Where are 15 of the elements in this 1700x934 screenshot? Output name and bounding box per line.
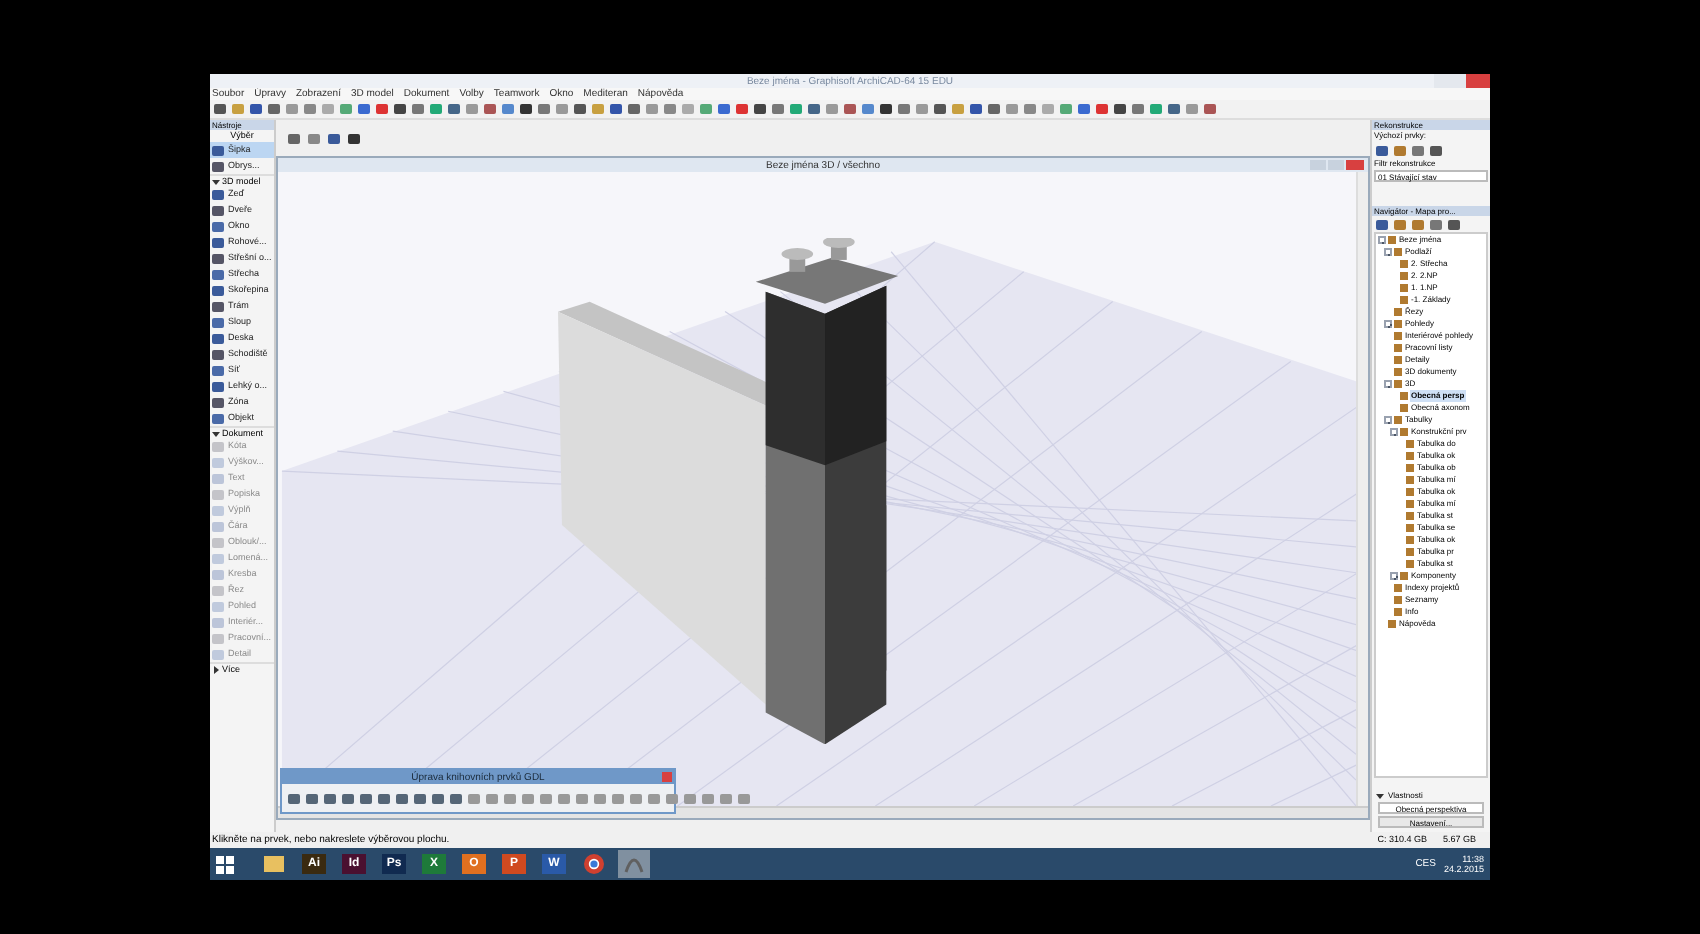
- caret-icon: [212, 177, 220, 185]
- expand-toggle[interactable]: [1390, 428, 1398, 436]
- taskbar-app[interactable]: [258, 850, 290, 878]
- vertical-scrollbar[interactable]: [1356, 172, 1368, 806]
- caret-icon: [212, 665, 220, 673]
- expand-toggle[interactable]: [1384, 380, 1392, 388]
- expand-toggle[interactable]: [1390, 572, 1398, 580]
- expand-toggle[interactable]: [1384, 416, 1392, 424]
- taskbar-app[interactable]: [578, 850, 610, 878]
- caret-icon: [212, 429, 220, 437]
- windows-logo-icon[interactable]: [216, 855, 234, 873]
- expand-toggle[interactable]: [1384, 320, 1392, 328]
- caret-icon: [1376, 792, 1384, 800]
- expand-toggle[interactable]: [1384, 248, 1392, 256]
- expand-toggle[interactable]: [1378, 236, 1386, 244]
